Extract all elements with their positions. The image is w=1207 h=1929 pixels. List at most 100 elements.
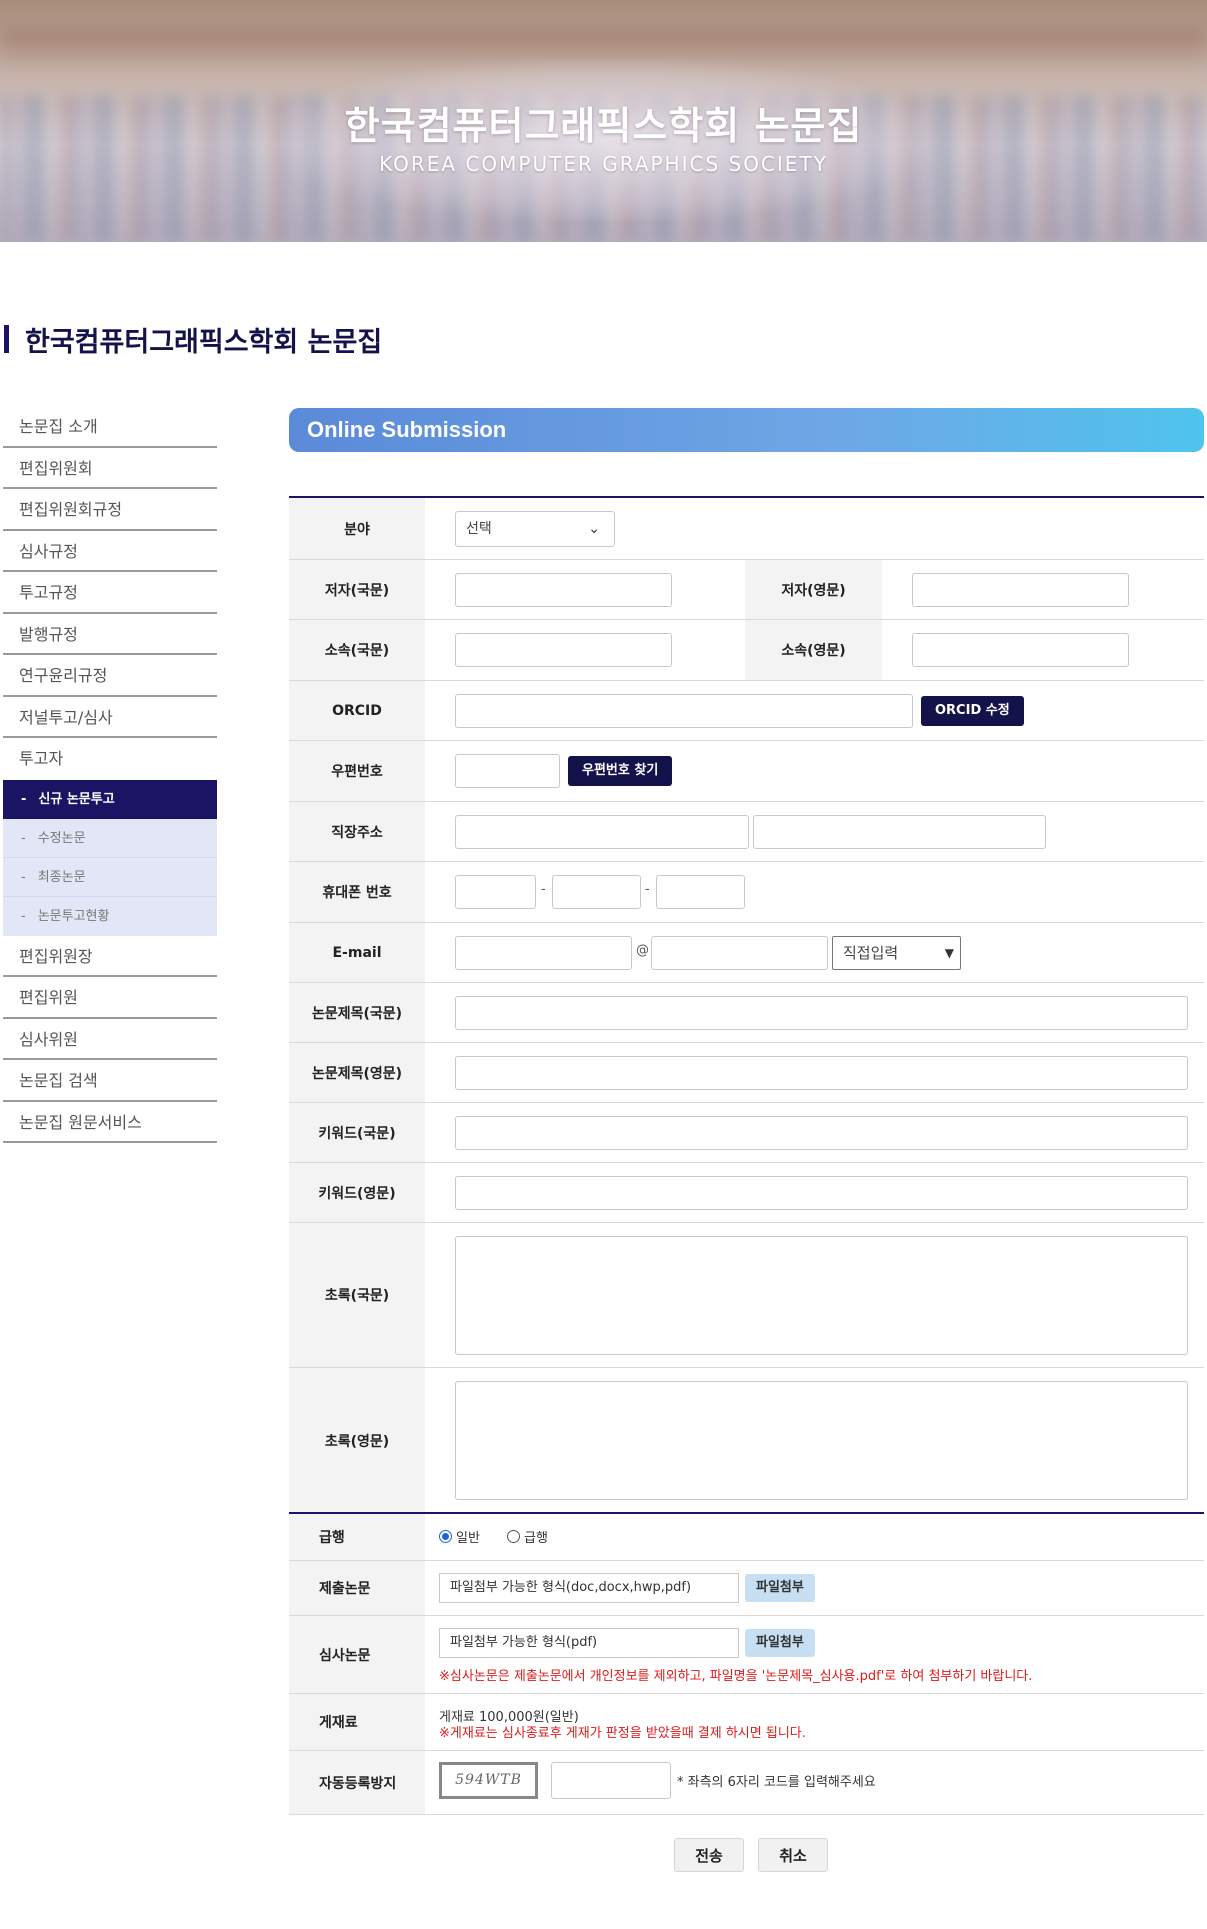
- row-title-en: 논문제목(영문): [289, 1043, 1204, 1103]
- label-author-en: 저자(영문): [745, 560, 882, 619]
- sidebar-item-review-rules[interactable]: 심사규정: [3, 531, 217, 572]
- label-orcid: ORCID: [289, 681, 425, 740]
- submit-paper-file-field[interactable]: 파일첨부 가능한 형식(doc,docx,hwp,pdf): [439, 1573, 739, 1603]
- header-banner: 한국컴퓨터그래픽스학회 논문집 KOREA COMPUTER GRAPHICS …: [0, 0, 1207, 242]
- page-title-text: 한국컴퓨터그래픽스학회 논문집: [25, 326, 383, 358]
- label-address: 직장주소: [289, 802, 425, 861]
- sidebar-item-fulltext[interactable]: 논문집 원문서비스: [3, 1102, 217, 1143]
- row-email: E-mail @ 직접입력 ▼: [289, 923, 1204, 983]
- radio-urgent-label: 급행: [524, 1531, 548, 1546]
- sidebar-item-editor-in-chief[interactable]: 편집위원장: [3, 936, 217, 977]
- sidebar-subitem-new-submission[interactable]: - 신규 논문투고: [3, 779, 217, 819]
- section-header: Online Submission: [289, 408, 1204, 452]
- abstract-kr-textarea[interactable]: [455, 1236, 1188, 1355]
- banner-subtitle: KOREA COMPUTER GRAPHICS SOCIETY: [379, 152, 828, 176]
- label-abstract-kr: 초록(국문): [289, 1223, 425, 1367]
- phone-input-1[interactable]: [455, 875, 536, 909]
- abstract-en-textarea[interactable]: [455, 1381, 1188, 1500]
- row-abstract-en: 초록(영문): [289, 1368, 1204, 1513]
- sidebar-item-editorial-rules[interactable]: 편집위원회규정: [3, 489, 217, 531]
- row-review-paper: 심사논문 파일첨부 가능한 형식(pdf) 파일첨부 ※심사논문은 제출논문에서…: [289, 1616, 1204, 1694]
- row-orcid: ORCID ORCID 수정: [289, 681, 1204, 741]
- zipcode-input[interactable]: [455, 754, 560, 788]
- title-kr-input[interactable]: [455, 996, 1188, 1030]
- sidebar-nav: 논문집 소개 편집위원회 편집위원회규정 심사규정 투고규정 발행규정 연구윤리…: [3, 406, 217, 1143]
- captcha-input[interactable]: [551, 1762, 671, 1799]
- row-submit-paper: 제출논문 파일첨부 가능한 형식(doc,docx,hwp,pdf) 파일첨부: [289, 1561, 1204, 1616]
- captcha-note: * 좌측의 6자리 코드를 입력해주세요: [677, 1775, 876, 1790]
- radio-selected-icon: [439, 1530, 452, 1543]
- radio-normal-label: 일반: [456, 1531, 480, 1546]
- sidebar-item-submitter[interactable]: 투고자: [3, 738, 217, 780]
- phone-input-2[interactable]: [552, 875, 641, 909]
- author-kr-input[interactable]: [455, 573, 672, 607]
- label: 최종논문: [37, 869, 86, 885]
- label-affil-en: 소속(영문): [745, 620, 882, 680]
- address-input-2[interactable]: [753, 815, 1046, 849]
- form-actions: 전송 취소: [674, 1838, 828, 1872]
- orcid-input[interactable]: [455, 694, 913, 728]
- sidebar-subitem-final[interactable]: - 최종논문: [3, 857, 217, 897]
- sidebar-item-publication-rules[interactable]: 발행규정: [3, 614, 217, 655]
- sidebar-subitem-status[interactable]: - 논문투고현황: [3, 896, 217, 936]
- sidebar-item-journal-submission[interactable]: 저널투고/심사: [3, 697, 217, 738]
- zipcode-search-button[interactable]: 우편번호 찾기: [568, 756, 673, 786]
- cancel-button[interactable]: 취소: [758, 1838, 828, 1872]
- keyword-en-input[interactable]: [455, 1176, 1188, 1210]
- label: 수정논문: [37, 830, 86, 846]
- sidebar-item-intro[interactable]: 논문집 소개: [3, 406, 217, 448]
- email-domain-select-value: 직접입력: [843, 944, 899, 962]
- page-title: 한국컴퓨터그래픽스학회 논문집: [4, 322, 383, 358]
- row-author: 저자(국문) 저자(영문): [289, 560, 1204, 620]
- field-select[interactable]: 선택 ⌄: [455, 511, 615, 547]
- review-paper-file-field[interactable]: 파일첨부 가능한 형식(pdf): [439, 1628, 739, 1658]
- label: 신규 논문투고: [38, 791, 115, 807]
- title-en-input[interactable]: [455, 1056, 1188, 1090]
- sidebar-item-submission-rules[interactable]: 투고규정: [3, 572, 217, 614]
- row-address: 직장주소: [289, 802, 1204, 862]
- row-fee: 게재료 게재료 100,000원(일반) ※게재료는 심사종료후 게재가 판정을…: [289, 1694, 1204, 1751]
- email-domain-select[interactable]: 직접입력 ▼: [832, 936, 961, 970]
- sidebar-item-editors[interactable]: 편집위원: [3, 977, 217, 1019]
- label-keyword-en: 키워드(영문): [289, 1163, 425, 1222]
- label-keyword-kr: 키워드(국문): [289, 1103, 425, 1162]
- sidebar-item-editorial-board[interactable]: 편집위원회: [3, 448, 217, 489]
- author-en-input[interactable]: [912, 573, 1129, 607]
- label-affil-kr: 소속(국문): [289, 620, 425, 680]
- label: 논문투고현황: [37, 908, 110, 924]
- keyword-kr-input[interactable]: [455, 1116, 1188, 1150]
- sidebar-subitem-revised[interactable]: - 수정논문: [3, 818, 217, 858]
- row-zipcode: 우편번호 우편번호 찾기: [289, 741, 1204, 802]
- email-id-input[interactable]: [455, 936, 632, 970]
- dash: -: [21, 908, 26, 924]
- label-field: 분야: [289, 498, 425, 559]
- row-abstract-kr: 초록(국문): [289, 1223, 1204, 1368]
- sidebar-item-reviewers[interactable]: 심사위원: [3, 1019, 217, 1060]
- radio-unselected-icon: [507, 1530, 520, 1543]
- orcid-edit-button[interactable]: ORCID 수정: [921, 696, 1024, 726]
- phone-input-3[interactable]: [656, 875, 745, 909]
- review-paper-attach-button[interactable]: 파일첨부: [745, 1629, 815, 1657]
- row-field: 분야 선택 ⌄: [289, 498, 1204, 560]
- sidebar-item-search[interactable]: 논문집 검색: [3, 1060, 217, 1102]
- radio-normal[interactable]: 일반: [439, 1527, 480, 1546]
- row-keyword-kr: 키워드(국문): [289, 1103, 1204, 1163]
- label-title-en: 논문제목(영문): [289, 1043, 425, 1102]
- submit-paper-attach-button[interactable]: 파일첨부: [745, 1574, 815, 1602]
- section-title: Online Submission: [307, 417, 507, 442]
- dash: -: [21, 791, 27, 807]
- radio-urgent[interactable]: 급행: [507, 1527, 548, 1546]
- chevron-down-icon: ⌄: [588, 521, 600, 537]
- submit-button[interactable]: 전송: [674, 1838, 744, 1872]
- captcha-image: 594WTB: [439, 1762, 538, 1799]
- phone-separator: -: [645, 882, 650, 897]
- label-zipcode: 우편번호: [289, 741, 425, 801]
- sidebar-item-ethics-rules[interactable]: 연구윤리규정: [3, 655, 217, 697]
- row-title-kr: 논문제목(국문): [289, 983, 1204, 1043]
- email-at-sign: @: [636, 943, 649, 958]
- address-input-1[interactable]: [455, 815, 749, 849]
- email-domain-input[interactable]: [651, 936, 828, 970]
- submission-form-files: 급행 일반 급행 제출논문 파일첨부 가능한 형식(doc,docx,hwp,p…: [289, 1512, 1204, 1815]
- affil-kr-input[interactable]: [455, 633, 672, 667]
- affil-en-input[interactable]: [912, 633, 1129, 667]
